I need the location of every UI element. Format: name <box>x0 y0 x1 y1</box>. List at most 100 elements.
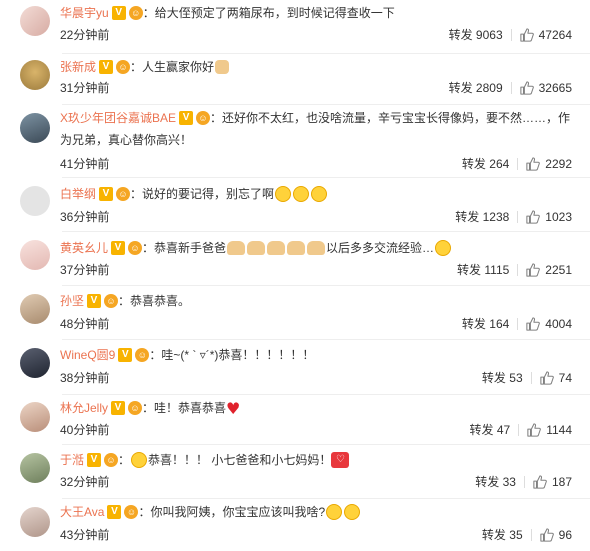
vip-badge-icon: ☺ <box>196 110 211 125</box>
avatar[interactable] <box>20 402 50 432</box>
comment-meta: 37分钟前 转发 1115 2251 <box>60 260 572 280</box>
username-link[interactable]: 白举纲 <box>60 187 96 201</box>
comment-text: 人生赢家你好 <box>142 60 215 74</box>
avatar[interactable] <box>20 294 50 324</box>
verified-badge-icon: V <box>111 240 126 255</box>
comment-text: 你叫我阿姨，你宝宝应该叫我啥? <box>150 505 326 519</box>
repost-button[interactable]: 转发 33 <box>475 472 516 492</box>
repost-button[interactable]: 转发 9063 <box>449 25 503 45</box>
comment-meta: 32分钟前 转发 33 187 <box>60 472 572 492</box>
like-button[interactable]: 96 <box>539 525 572 545</box>
repost-count: 35 <box>509 528 523 542</box>
verified-badge-icon: V <box>111 5 126 20</box>
timestamp: 31分钟前 <box>60 81 110 95</box>
avatar[interactable] <box>20 113 50 143</box>
like-count: 74 <box>558 371 572 385</box>
repost-button[interactable]: 转发 47 <box>469 420 510 440</box>
repost-count: 53 <box>509 371 523 385</box>
username-link[interactable]: 孙坚 <box>60 294 84 308</box>
username-link[interactable]: 张新成 <box>60 60 96 74</box>
repost-button[interactable]: 转发 164 <box>462 314 509 334</box>
repost-button[interactable]: 转发 264 <box>462 154 509 174</box>
username-link[interactable]: 华晨宇yu <box>60 6 109 20</box>
like-button[interactable]: 4004 <box>526 314 572 334</box>
like-button[interactable]: 187 <box>533 472 572 492</box>
timestamp: 38分钟前 <box>60 371 110 385</box>
like-button[interactable]: 32665 <box>519 78 572 98</box>
like-count: 96 <box>558 528 572 542</box>
username-link[interactable]: X玖少年团谷嘉诚BAE <box>60 111 176 125</box>
verified-badge-icon: V <box>87 452 102 467</box>
repost-count: 1115 <box>484 263 510 277</box>
timestamp: 41分钟前 <box>60 157 110 171</box>
like-count: 2251 <box>545 263 572 277</box>
colon: ： <box>142 241 155 255</box>
repost-button[interactable]: 转发 2809 <box>449 78 503 98</box>
thumbs-up-icon <box>519 28 534 42</box>
thumbs-up-icon <box>526 263 541 277</box>
username-link[interactable]: 于湉 <box>60 453 84 467</box>
timestamp: 32分钟前 <box>60 475 110 489</box>
vip-badge-icon: ☺ <box>104 452 119 467</box>
repost-count: 264 <box>489 157 510 171</box>
like-button[interactable]: 2251 <box>526 260 572 280</box>
colon: ： <box>130 187 143 201</box>
comment-item: 黄英幺儿 V ☺ ：恭喜新手爸爸 以后多多交流经验… 37分钟前 转发 1115 225… <box>0 232 590 286</box>
username-link[interactable]: WineQ圆9 <box>60 348 115 362</box>
repost-count: 1238 <box>482 210 510 224</box>
repost-button[interactable]: 转发 53 <box>482 368 523 388</box>
comment-body: 于湉 V ☺： 恭喜！！！ 小七爸爸和小七妈妈！ ♡ <box>60 449 572 471</box>
repost-button[interactable]: 转发 1115 <box>457 260 509 280</box>
comment-text: 恭喜新手爸爸 <box>154 241 227 255</box>
comment-text: 给大侄预定了两箱尿布，到时候记得查收一下 <box>154 6 395 20</box>
comment-meta: 40分钟前 转发 47 1144 <box>60 420 572 440</box>
avatar[interactable] <box>20 186 50 216</box>
verified-badge-icon: V <box>118 347 133 362</box>
comment-body: 大王Ava V ☺ ：你叫我阿姨，你宝宝应该叫我啥? <box>60 501 572 523</box>
thumbs-up-icon <box>519 81 534 95</box>
comment-item: 林允Jelly V ☺ ：哇！恭喜恭喜♥ 40分钟前 转发 47 1144 <box>0 395 590 445</box>
vip-badge-icon: ☺ <box>135 347 150 362</box>
avatar[interactable] <box>20 348 50 378</box>
repost-button[interactable]: 转发 1238 <box>455 207 509 227</box>
comment-meta: 31分钟前 转发 2809 32665 <box>60 78 572 98</box>
clap-emoji-icon <box>267 240 286 255</box>
username-link[interactable]: 林允Jelly <box>60 401 108 415</box>
like-button[interactable]: 74 <box>539 368 572 388</box>
repost-label: 转发 <box>448 81 473 95</box>
like-button[interactable]: 1144 <box>527 420 572 440</box>
avatar[interactable] <box>20 60 50 90</box>
smile-emoji-icon <box>275 185 292 202</box>
like-button[interactable]: 2292 <box>526 154 572 174</box>
timestamp: 36分钟前 <box>60 210 110 224</box>
username-link[interactable]: 大王Ava <box>60 505 104 519</box>
repost-count: 9063 <box>475 28 503 42</box>
repost-label: 转发 <box>455 210 480 224</box>
timestamp: 40分钟前 <box>60 423 110 437</box>
comment-text-after: 以后多多交流经验… <box>326 241 435 255</box>
like-button[interactable]: 47264 <box>519 25 572 45</box>
thumbs-up-icon <box>526 210 541 224</box>
thumbs-up-emoji-icon <box>215 59 230 74</box>
repost-button[interactable]: 转发 35 <box>482 525 523 545</box>
avatar[interactable] <box>20 507 50 537</box>
verified-badge-icon: V <box>107 504 122 519</box>
verified-badge-icon: V <box>179 110 194 125</box>
avatar[interactable] <box>20 6 50 36</box>
username-link[interactable]: 黄英幺儿 <box>60 241 108 255</box>
comment-item: 孙坚 V ☺ ：恭喜恭喜。 48分钟前 转发 164 4004 <box>0 286 590 340</box>
colon: ： <box>142 401 155 415</box>
like-button[interactable]: 1023 <box>526 207 572 227</box>
avatar[interactable] <box>20 453 50 483</box>
repost-count: 33 <box>502 475 516 489</box>
vip-badge-icon: ☺ <box>128 400 143 415</box>
divider <box>530 529 532 541</box>
avatar[interactable] <box>20 240 50 270</box>
comment-item: X玖少年团谷嘉诚BAE V ☺ ：还好你不太红，也没啥流量，辛亏宝宝长得像妈，要不然…… <box>0 105 590 178</box>
smile-emoji-icon <box>293 185 310 202</box>
repost-count: 164 <box>489 317 510 331</box>
comment-body: WineQ圆9 V ☺ ：哇~(* ` ▿´*)恭喜！！！！！！ <box>60 344 572 366</box>
timestamp: 48分钟前 <box>60 317 110 331</box>
comment-item: 大王Ava V ☺ ：你叫我阿姨，你宝宝应该叫我啥? 43分钟前 转发 35 96 <box>0 499 590 551</box>
comment-body: 黄英幺儿 V ☺ ：恭喜新手爸爸 以后多多交流经验… <box>60 237 572 259</box>
